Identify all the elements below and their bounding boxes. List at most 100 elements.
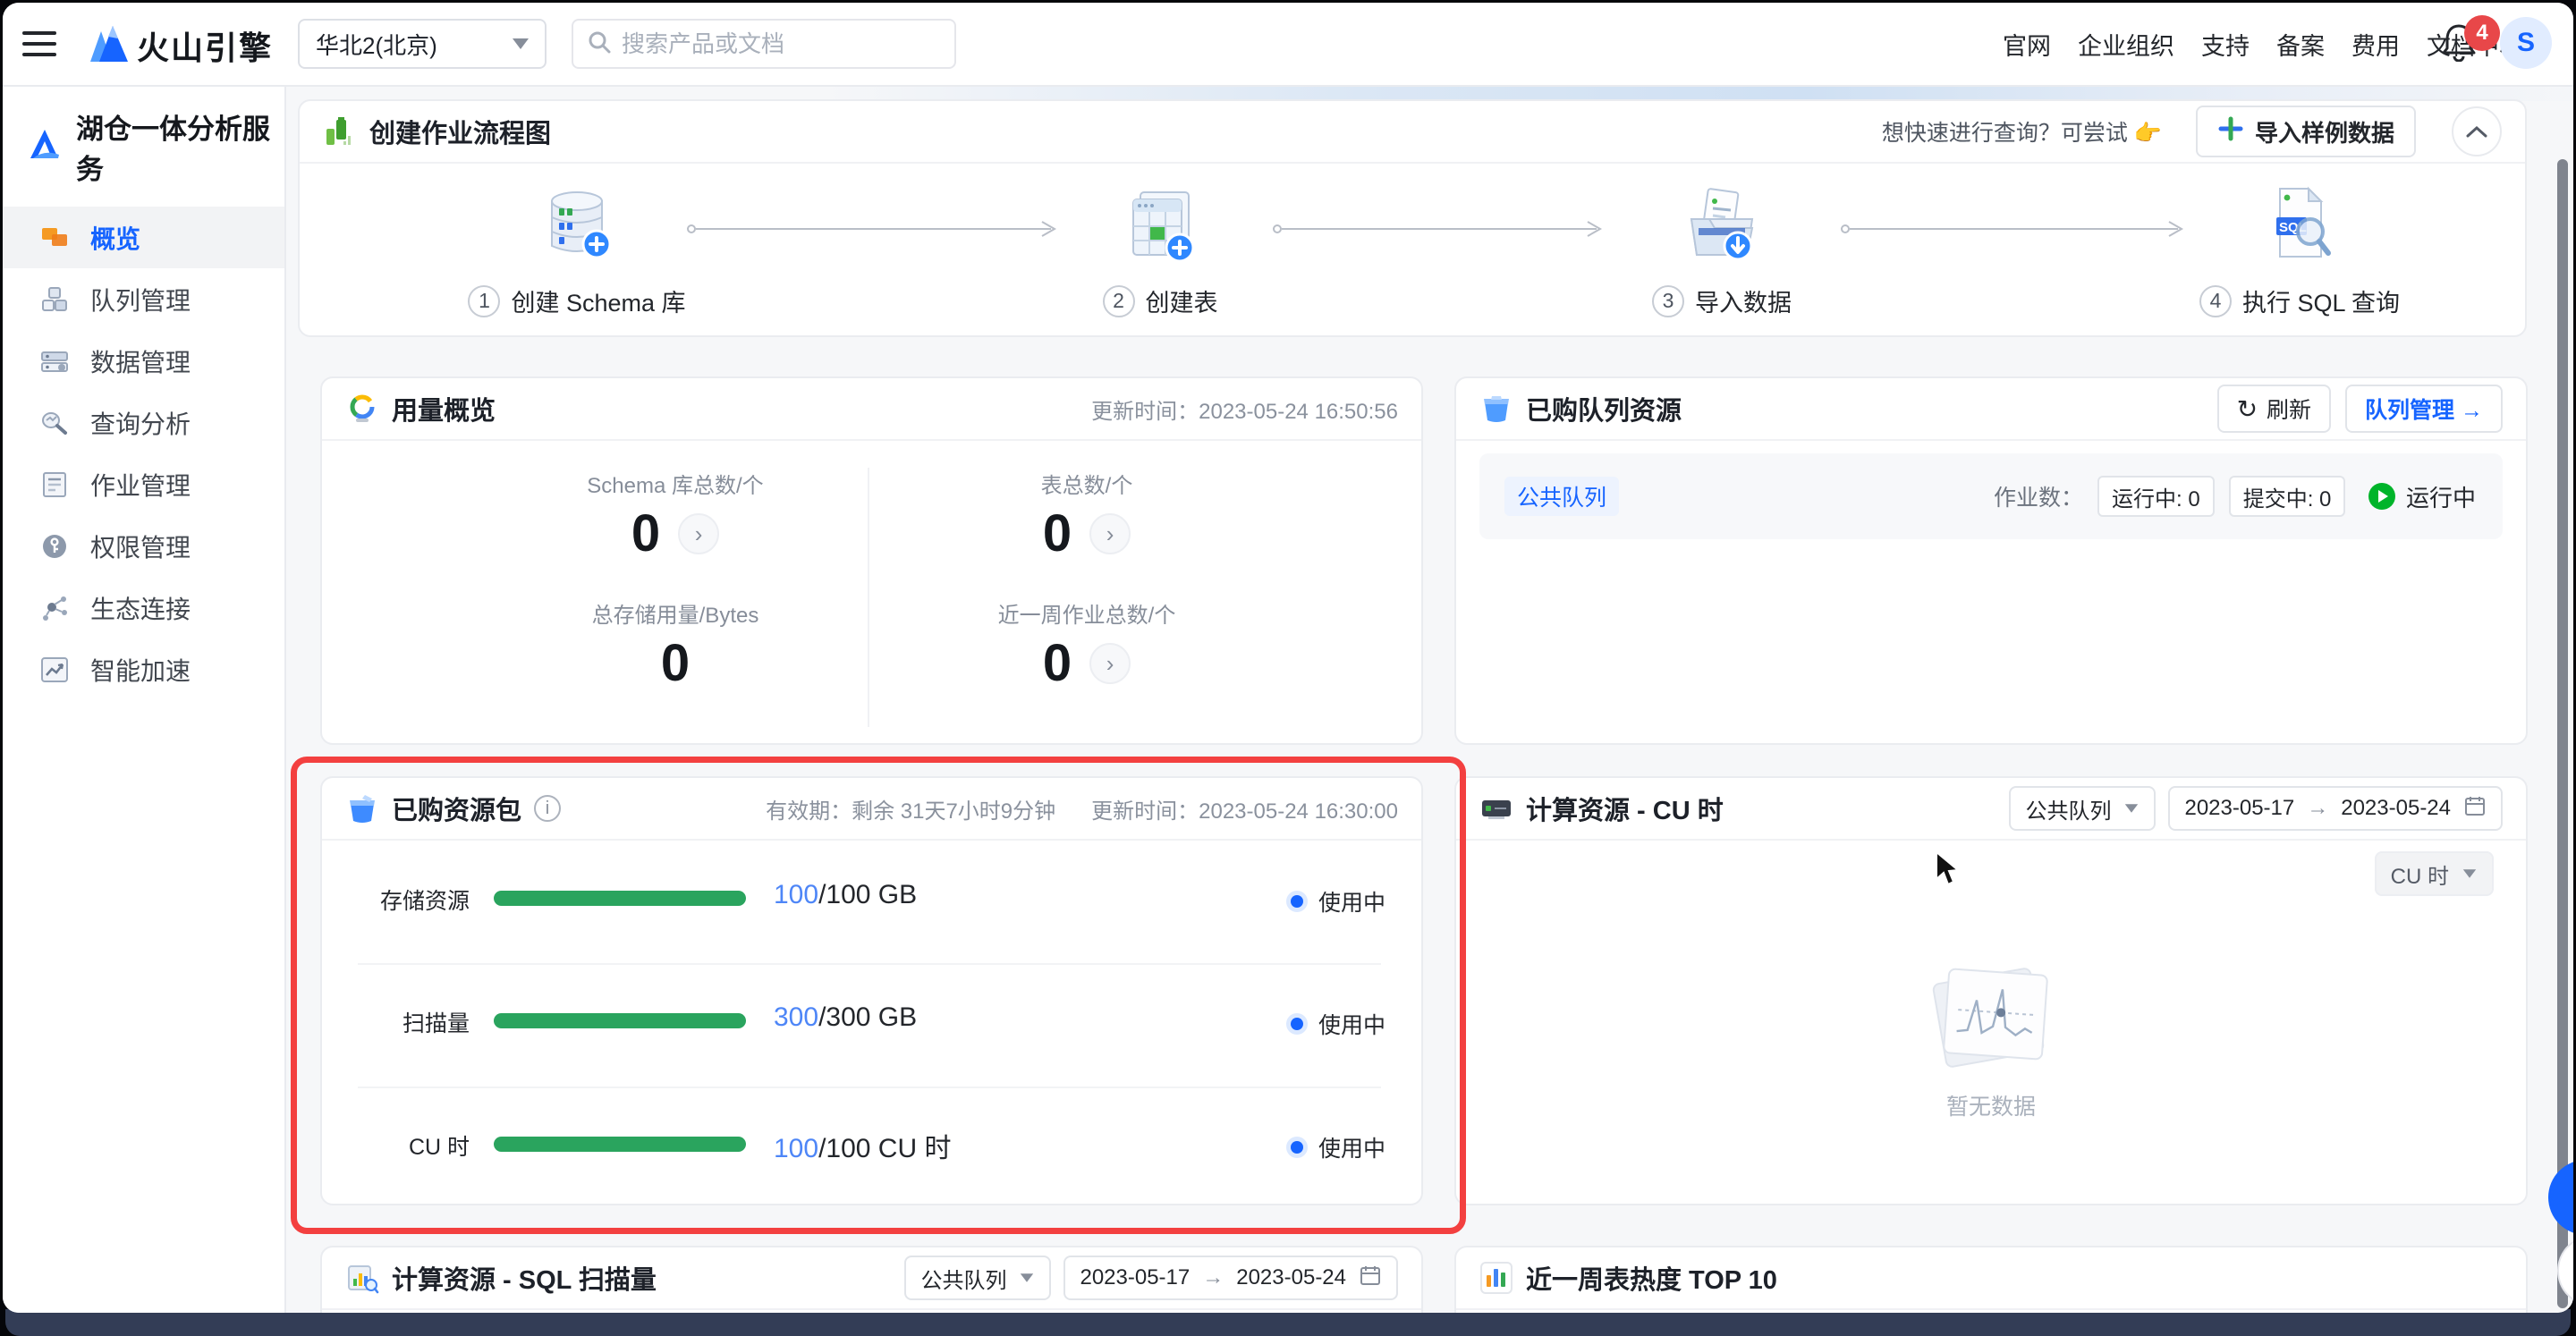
nav-link-filing[interactable]: 备案 [2276,27,2325,62]
sql-scan-card: 计算资源 - SQL 扫描量 公共队列 2023-05-17 → 2023-05… [320,1246,1423,1313]
run-sql-query-icon: SQL [2121,182,2479,271]
sidebar-item-data-management[interactable]: 数据管理 [3,330,284,392]
service-title: 湖仓一体分析服务 [3,85,284,207]
usage-title: 用量概览 [392,390,496,427]
stat-detail-button[interactable]: › [678,513,719,554]
cu-chart-icon [1479,791,1513,825]
service-name: 湖仓一体分析服务 [76,106,284,187]
search-box[interactable] [572,19,956,69]
table-heat-icon [1479,1261,1513,1295]
search-input[interactable] [620,30,940,59]
workflow-step-import-data[interactable]: 3 导入数据 [1543,182,1901,318]
cu-unit-select[interactable]: CU 时 [2375,851,2494,896]
workflow-step-create-table[interactable]: 2 创建表 [981,182,1339,318]
sidebar-item-queue-management[interactable]: 队列管理 [3,268,284,330]
job-management-icon [38,469,71,501]
sidebar-item-overview[interactable]: 概览 [3,207,284,268]
package-validity: 有效期：剩余 31天7小时9分钟 [766,793,1055,824]
progress-bar [494,891,746,906]
sidebar-item-smart-acceleration[interactable]: 智能加速 [3,638,284,700]
queue-row: 公共队列 作业数： 运行中: 0 提交中: 0 运行中 [1479,453,2503,539]
date-to: 2023-05-24 [1236,1265,1346,1290]
data-management-icon [38,345,71,377]
chevron-down-icon [2125,804,2138,813]
queue-name-link[interactable]: 公共队列 [1504,477,1619,516]
calendar-icon [1359,1264,1382,1293]
ecosystem-connection-icon [38,592,71,624]
notification-bell-icon[interactable]: 4 [2441,22,2495,69]
sql-queue-select[interactable]: 公共队列 [904,1256,1051,1300]
divider [358,1087,1381,1088]
queue-resources-card: 已购队列资源 ↻ 刷新 队列管理 → 公共队列 作业数： [1454,376,2528,745]
usage-value: 100/100 GB [774,880,917,910]
date-to: 2023-05-24 [2341,796,2451,821]
stat-detail-button[interactable]: › [1089,513,1131,554]
date-from: 2023-05-17 [1080,1265,1190,1290]
sql-date-range[interactable]: 2023-05-17 → 2023-05-24 [1063,1256,1398,1300]
package-status: 使用中 [1286,857,1385,946]
chevron-down-icon [2463,869,2476,878]
resource-package-title: 已购资源包 [392,790,521,827]
hamburger-menu-icon[interactable] [22,31,56,56]
stat-weekly-jobs: 近一周作业总数/个 0 › [886,597,1288,689]
package-updated-time: 更新时间：2023-05-24 16:30:00 [1091,793,1398,824]
workflow-step-run-sql[interactable]: SQL 4 执行 SQL 查询 [2121,182,2479,318]
table-heat-title: 近一周表热度 TOP 10 [1526,1259,1777,1297]
jobs-label: 作业数： [1994,480,2083,512]
queue-status: 运行中 [2368,453,2476,539]
cu-queue-select[interactable]: 公共队列 [2009,786,2156,831]
sidebar-item-label: 队列管理 [90,282,191,317]
sidebar-item-job-management[interactable]: 作业管理 [3,453,284,515]
service-logo-icon [26,128,64,166]
brand-logo[interactable]: 火山引擎 [89,22,273,69]
collapse-panel-button[interactable] [2452,106,2502,156]
step-label: 执行 SQL 查询 [2242,283,2400,318]
scrollbar-thumb[interactable] [2557,159,2568,1308]
overview-icon [38,222,71,254]
package-status: 使用中 [1286,1103,1385,1192]
import-sample-data-button[interactable]: 导入样例数据 [2196,106,2416,157]
avatar[interactable]: S [2500,17,2552,69]
screen: 火山引擎 华北2(北京) 官网 企业组织 支持 备案 费用 文档中心 [0,0,2576,1336]
package-status: 使用中 [1286,979,1385,1069]
nav-link-billing[interactable]: 费用 [2351,27,2400,62]
in-use-dot [1286,1137,1308,1158]
side-panel-toggle-button[interactable]: ‹ [2548,1160,2573,1235]
calendar-icon [2463,794,2487,824]
sidebar-item-permission-management[interactable]: 权限管理 [3,515,284,577]
usage-value: 100/100 CU 时 [774,1126,951,1165]
main-content: 创建作业流程图 想快速进行查询？可尝试 👉 导入样例数据 [286,85,2573,1313]
sidebar-item-query-analysis[interactable]: 查询分析 [3,392,284,453]
notification-badge: 4 [2464,15,2500,51]
sql-scan-title: 计算资源 - SQL 扫描量 [392,1259,657,1297]
queue-resources-icon [1479,392,1513,426]
info-icon[interactable]: i [534,795,561,822]
stat-detail-button[interactable]: › [1089,643,1131,684]
nav-link-official-site[interactable]: 官网 [2003,27,2051,62]
workflow-step-create-schema[interactable]: 1 创建 Schema 库 [398,182,756,318]
sidebar: 湖仓一体分析服务 概览 队列管理 数据管理 [3,85,286,1313]
sidebar-item-ecosystem-connection[interactable]: 生态连接 [3,577,284,638]
nav-link-enterprise-org[interactable]: 企业组织 [2078,27,2174,62]
refresh-button[interactable]: ↻ 刷新 [2217,385,2331,433]
step-number: 2 [1103,285,1135,317]
background-window-bar [5,1309,2571,1336]
queue-resources-title: 已购队列资源 [1526,390,1682,427]
usage-overview-icon [345,392,379,426]
step-label: 创建 Schema 库 [511,283,685,318]
sidebar-item-label: 概览 [90,220,140,256]
workflow-title: 创建作业流程图 [369,113,551,150]
region-selector[interactable]: 华北2(北京) [298,19,547,69]
stat-table-count: 表总数/个 0 › [886,468,1288,560]
stat-storage-usage: 总存储用量/Bytes 0 [474,597,877,689]
workflow-hint: 想快速进行查询？可尝试 👉 [1882,115,2162,148]
cu-date-range[interactable]: 2023-05-17 → 2023-05-24 [2168,786,2503,831]
no-data-illustration [1933,966,2049,1073]
in-use-dot [1286,891,1308,912]
queue-manage-button[interactable]: 队列管理 → [2345,385,2503,433]
package-row-scan: 扫描量 300/300 GB 使用中 [322,979,1421,1069]
usage-overview-card: 用量概览 更新时间：2023-05-24 16:50:56 Schema 库总数… [320,376,1423,745]
stat-value: 0 [631,508,660,560]
running-count-chip: 运行中: 0 [2097,476,2215,517]
nav-link-support[interactable]: 支持 [2201,27,2250,62]
